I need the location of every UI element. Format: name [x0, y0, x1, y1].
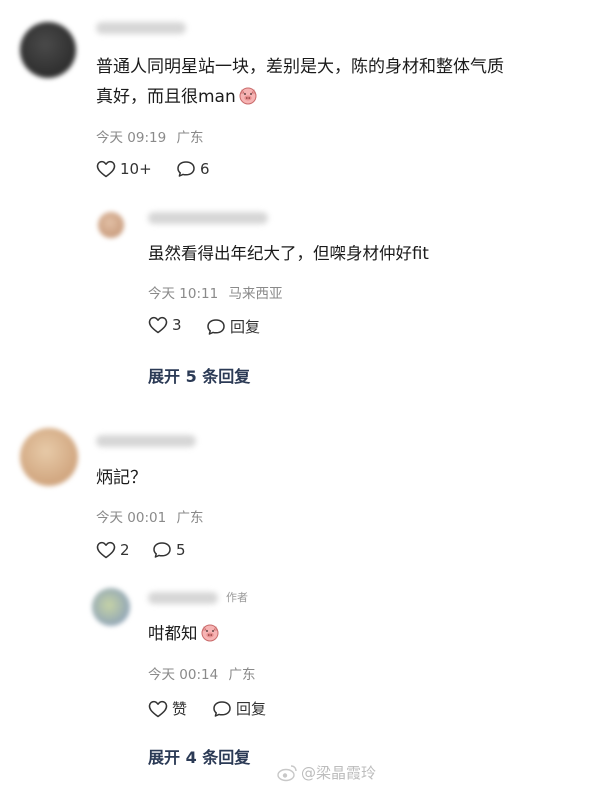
reply-button[interactable]: 5: [152, 541, 186, 559]
avatar[interactable]: [20, 428, 78, 486]
comment-text: 真好，而且很man: [96, 87, 236, 107]
timestamp: 今天 00:14: [148, 667, 219, 683]
comment-bubble-icon: [207, 318, 225, 335]
location: 广东: [176, 130, 204, 146]
reply-meta: 今天 10:11 马来西亚: [148, 282, 283, 302]
comment-meta: 今天 09:19 广东: [96, 126, 204, 146]
comment-bubble-icon: [213, 700, 231, 717]
heart-icon: [96, 160, 116, 178]
like-button[interactable]: 赞: [148, 698, 187, 719]
avatar[interactable]: [92, 588, 130, 626]
expand-replies-link[interactable]: 展开 4 条回复: [148, 744, 250, 768]
location: 马来西亚: [228, 286, 283, 302]
reply-button[interactable]: 回复: [212, 698, 266, 719]
avatar[interactable]: [20, 22, 76, 78]
like-button[interactable]: 3: [148, 316, 182, 334]
reply-meta: 今天 00:14 广东: [148, 663, 256, 683]
username-blurred[interactable]: [148, 592, 218, 604]
like-count: 10+: [120, 160, 152, 178]
author-badge: 作者: [226, 591, 248, 604]
avatar[interactable]: [98, 212, 124, 238]
comment-text: 炳記？: [96, 468, 147, 488]
timestamp: 今天 00:01: [96, 510, 167, 526]
comment-text-line1: 普通人同明星站一块，差别是大，陈的身材和整体气质: [96, 57, 504, 77]
like-button[interactable]: 2: [96, 541, 130, 559]
reply-button[interactable]: 6: [176, 160, 210, 178]
heart-icon: [148, 700, 168, 717]
timestamp: 今天 10:11: [148, 286, 219, 302]
heart-icon: [96, 541, 116, 559]
location: 广东: [228, 667, 256, 683]
reply-text: 虽然看得出年纪大了，但㗎身材仲好fit: [148, 244, 429, 263]
location: 广东: [176, 510, 204, 526]
like-count: 3: [172, 316, 182, 334]
watermark-text: @梁晶霞玲: [301, 764, 377, 782]
timestamp: 今天 09:19: [96, 130, 167, 146]
expand-replies-link[interactable]: 展开 5 条回复: [148, 363, 250, 387]
comment-meta: 今天 00:01 广东: [96, 506, 204, 526]
comment-bubble-icon: [177, 161, 195, 177]
comment-text-line2: 真好，而且很man: [96, 84, 258, 111]
pig-face-emoji-icon: [239, 87, 257, 105]
watermark: @梁晶霞玲: [276, 762, 376, 783]
pig-face-emoji-icon: [201, 624, 218, 642]
reply-label: 回复: [230, 318, 261, 336]
reply-text-line: 咁都知: [148, 620, 220, 647]
reply-label: 回复: [236, 700, 267, 718]
reply-count: 6: [200, 160, 210, 178]
heart-icon: [148, 316, 168, 334]
username-blurred[interactable]: [96, 22, 186, 34]
reply-count: 5: [176, 541, 186, 559]
username-blurred[interactable]: [148, 212, 268, 224]
like-button[interactable]: 10+: [96, 160, 152, 178]
weibo-logo-icon: [277, 764, 297, 781]
username-blurred[interactable]: [96, 435, 196, 447]
comment-bubble-icon: [153, 542, 171, 558]
like-count: 2: [120, 541, 130, 559]
reply-button[interactable]: 回复: [206, 316, 260, 337]
reply-text: 咁都知: [148, 624, 198, 643]
like-label: 赞: [172, 700, 188, 718]
